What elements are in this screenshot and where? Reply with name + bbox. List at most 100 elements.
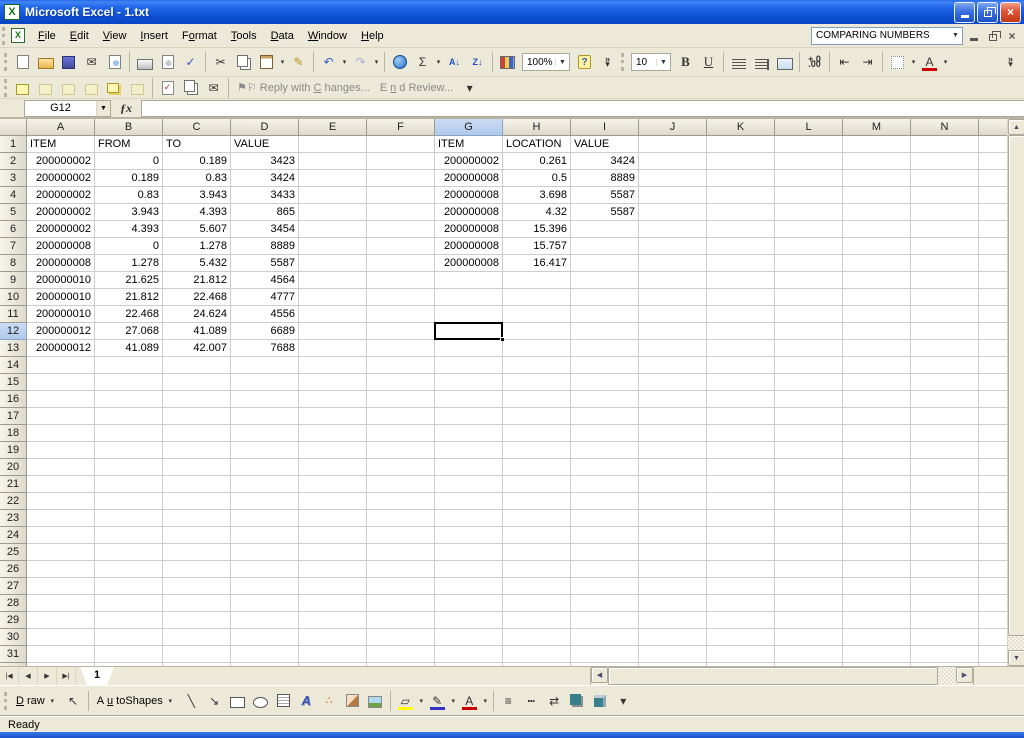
chevron-down-icon[interactable]: ▾ <box>166 697 175 705</box>
reply-with-changes-button[interactable]: ⚑⚐Reply with Changes... <box>232 79 375 96</box>
cell-j15[interactable] <box>639 374 707 391</box>
cell-b10[interactable]: 21.812 <box>95 289 163 306</box>
line-icon[interactable]: ╲ <box>181 691 202 711</box>
cell-k3[interactable] <box>707 170 775 187</box>
cell-m20[interactable] <box>843 459 911 476</box>
column-header-i[interactable]: I <box>571 119 639 136</box>
row-header-23[interactable]: 23 <box>0 510 27 527</box>
cell-c3[interactable]: 0.83 <box>163 170 231 187</box>
cell-d23[interactable] <box>231 510 299 527</box>
cell-m3[interactable] <box>843 170 911 187</box>
cell-h11[interactable] <box>503 306 571 323</box>
end-review-button[interactable]: End Review... <box>375 80 458 96</box>
cell-f8[interactable] <box>367 255 435 272</box>
row-header-6[interactable]: 6 <box>0 221 27 238</box>
cell-e10[interactable] <box>299 289 367 306</box>
cell-l28[interactable] <box>775 595 843 612</box>
horizontal-scroll-track[interactable] <box>938 667 956 685</box>
cell-m31[interactable] <box>843 646 911 663</box>
cell-o14[interactable] <box>979 357 1007 374</box>
zoom-combo[interactable]: 100%▼ <box>522 53 570 71</box>
borders-icon[interactable] <box>887 52 908 72</box>
cell-d26[interactable] <box>231 561 299 578</box>
cell-j2[interactable] <box>639 153 707 170</box>
cell-k4[interactable] <box>707 187 775 204</box>
chevron-down-icon[interactable]: ▾ <box>48 697 57 705</box>
doc-close-button[interactable]: × <box>1004 28 1020 44</box>
menu-edit[interactable]: Edit <box>63 26 96 46</box>
cell-a23[interactable] <box>27 510 95 527</box>
cell-g16[interactable] <box>435 391 503 408</box>
cell-m26[interactable] <box>843 561 911 578</box>
cell-j19[interactable] <box>639 442 707 459</box>
cell-b6[interactable]: 4.393 <box>95 221 163 238</box>
cell-e15[interactable] <box>299 374 367 391</box>
align-right-icon[interactable] <box>751 52 772 72</box>
cell-o32[interactable] <box>979 663 1007 666</box>
cell-c8[interactable]: 5.432 <box>163 255 231 272</box>
cell-j29[interactable] <box>639 612 707 629</box>
cell-i26[interactable] <box>571 561 639 578</box>
cell-i15[interactable] <box>571 374 639 391</box>
cell-h19[interactable] <box>503 442 571 459</box>
line-style-icon[interactable]: ≡ <box>498 691 519 711</box>
cell-o5[interactable] <box>979 204 1007 221</box>
arrow-style-icon[interactable]: ⇄ <box>544 691 565 711</box>
cell-h16[interactable] <box>503 391 571 408</box>
cell-n32[interactable] <box>911 663 979 666</box>
cell-a8[interactable]: 200000008 <box>27 255 95 272</box>
cell-e8[interactable] <box>299 255 367 272</box>
cell-k26[interactable] <box>707 561 775 578</box>
menu-data[interactable]: Data <box>264 26 301 46</box>
cell-e26[interactable] <box>299 561 367 578</box>
cell-f23[interactable] <box>367 510 435 527</box>
name-box-dropdown-icon[interactable]: ▼ <box>96 100 111 117</box>
cell-j8[interactable] <box>639 255 707 272</box>
cell-l12[interactable] <box>775 323 843 340</box>
cell-n31[interactable] <box>911 646 979 663</box>
mail-icon[interactable]: ✉ <box>81 52 102 72</box>
column-header-c[interactable]: C <box>163 119 231 136</box>
cell-m9[interactable] <box>843 272 911 289</box>
paste-icon[interactable] <box>256 52 277 72</box>
cell-i24[interactable] <box>571 527 639 544</box>
cell-a26[interactable] <box>27 561 95 578</box>
cell-j11[interactable] <box>639 306 707 323</box>
cell-n18[interactable] <box>911 425 979 442</box>
cell-f1[interactable] <box>367 136 435 153</box>
cut-icon[interactable]: ✂ <box>210 52 231 72</box>
cell-g2[interactable]: 200000002 <box>435 153 503 170</box>
row-header-15[interactable]: 15 <box>0 374 27 391</box>
cell-g14[interactable] <box>435 357 503 374</box>
cell-a11[interactable]: 200000010 <box>27 306 95 323</box>
cell-j9[interactable] <box>639 272 707 289</box>
cell-g9[interactable] <box>435 272 503 289</box>
cell-c11[interactable]: 24.624 <box>163 306 231 323</box>
cell-g1[interactable]: ITEM <box>435 136 503 153</box>
row-header-25[interactable]: 25 <box>0 544 27 561</box>
sort-descending-icon[interactable]: Z↓ <box>467 52 488 72</box>
cell-f32[interactable] <box>367 663 435 666</box>
cell-a18[interactable] <box>27 425 95 442</box>
cell-l18[interactable] <box>775 425 843 442</box>
cell-h31[interactable] <box>503 646 571 663</box>
cell-k10[interactable] <box>707 289 775 306</box>
cell-m8[interactable] <box>843 255 911 272</box>
copy-icon[interactable] <box>233 52 254 72</box>
cell-d16[interactable] <box>231 391 299 408</box>
cell-d14[interactable] <box>231 357 299 374</box>
cell-m14[interactable] <box>843 357 911 374</box>
bold-icon[interactable]: B <box>675 52 696 72</box>
cell-o1[interactable] <box>979 136 1007 153</box>
row-header-30[interactable]: 30 <box>0 629 27 646</box>
font-color-icon[interactable]: A <box>459 691 480 711</box>
cell-f17[interactable] <box>367 408 435 425</box>
cell-h21[interactable] <box>503 476 571 493</box>
cell-h7[interactable]: 15.757 <box>503 238 571 255</box>
cell-i16[interactable] <box>571 391 639 408</box>
cell-b8[interactable]: 1.278 <box>95 255 163 272</box>
oval-icon[interactable] <box>250 691 271 711</box>
cell-a3[interactable]: 200000002 <box>27 170 95 187</box>
cell-j18[interactable] <box>639 425 707 442</box>
cell-j17[interactable] <box>639 408 707 425</box>
